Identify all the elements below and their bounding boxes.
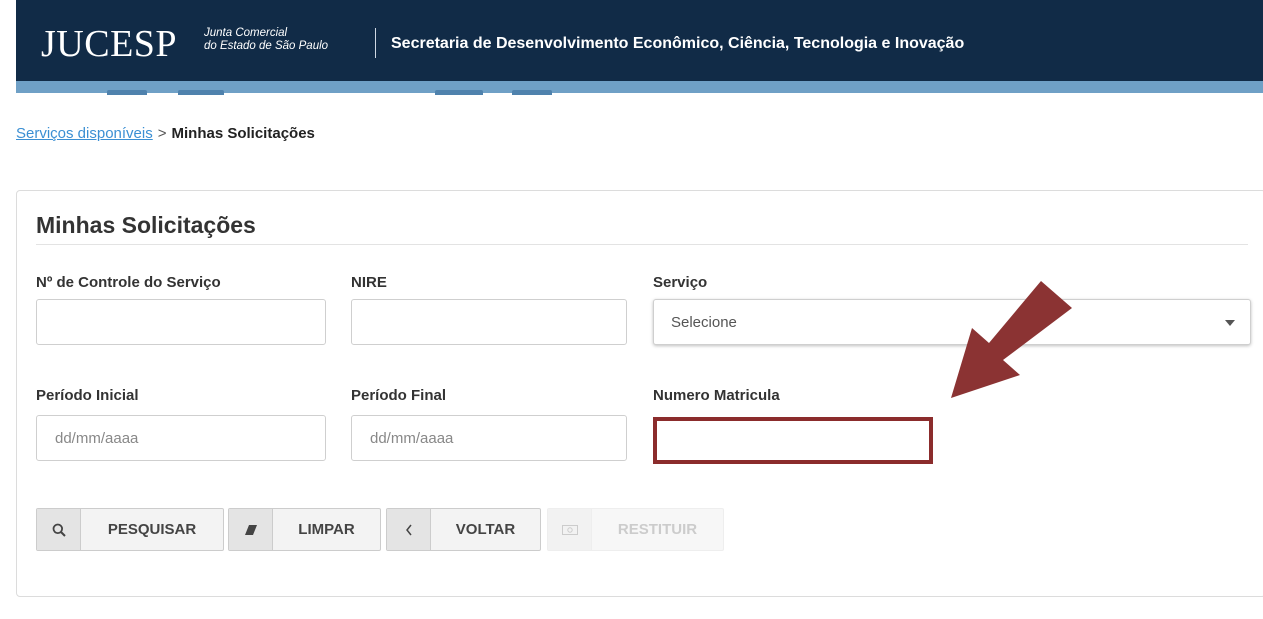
breadcrumb-link-servicos[interactable]: Serviços disponíveis [16,125,153,142]
jucesp-logo[interactable]: JUCESP [41,22,177,66]
breadcrumb: Serviços disponíveis > Minhas Solicitações [16,125,315,142]
periodo-final-label: Período Final [351,387,447,404]
nire-label: NIRE [351,274,387,291]
eraser-icon [229,509,273,550]
panel-divider [36,244,1248,245]
caret-down-icon [1225,320,1235,326]
logo-subtitle-line2: do Estado de São Paulo [204,40,329,52]
voltar-label: VOLTAR [455,521,516,538]
nav-tab[interactable] [107,90,147,95]
site-header: JUCESP Junta Comercial do Estado de São … [16,0,1263,81]
periodo-inicial-input[interactable] [36,415,326,461]
breadcrumb-separator: > [157,125,167,142]
nav-tab[interactable] [435,90,483,95]
periodo-inicial-label: Período Inicial [36,387,139,404]
restituir-button: RESTITUIR [547,508,724,551]
restituir-label: RESTITUIR [617,521,698,538]
breadcrumb-current: Minhas Solicitações [171,125,315,142]
matricula-input[interactable] [653,417,933,464]
nav-tab[interactable] [512,90,552,95]
periodo-final-input[interactable] [351,415,627,461]
nav-tab[interactable] [178,90,224,95]
controle-label: Nº de Controle do Serviço [36,274,221,291]
limpar-button[interactable]: LIMPAR [228,508,381,551]
money-icon [548,509,592,550]
limpar-label: LIMPAR [298,521,355,538]
search-panel: Minhas Solicitações Nº de Controle do Se… [16,190,1263,597]
header-divider [375,28,376,58]
logo-subtitle-line1: Junta Comercial [204,27,288,39]
pesquisar-button[interactable]: PESQUISAR [36,508,224,551]
logo-subtitle: Junta Comercial do Estado de São Paulo [204,27,328,53]
controle-input[interactable] [36,299,326,345]
pesquisar-label: PESQUISAR [107,521,197,538]
chevron-left-icon [387,509,431,550]
servico-label: Serviço [653,274,708,291]
matricula-label: Numero Matricula [653,387,780,404]
servico-select[interactable]: Selecione [653,299,1251,345]
nire-input[interactable] [351,299,627,345]
voltar-button[interactable]: VOLTAR [386,508,541,551]
servico-selected-value: Selecione [671,314,737,331]
header-title: Secretaria de Desenvolvimento Econômico,… [391,35,965,52]
panel-title: Minhas Solicitações [36,212,256,238]
search-icon [37,509,81,550]
